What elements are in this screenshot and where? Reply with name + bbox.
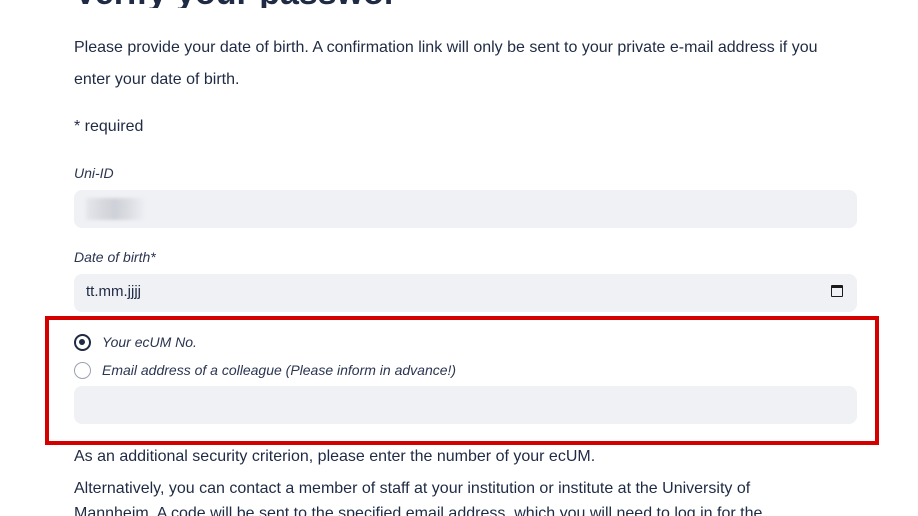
radio-selected-icon[interactable]	[74, 333, 91, 351]
uni-id-field[interactable]	[74, 190, 857, 228]
uni-id-label: Uni-ID	[74, 165, 114, 181]
page-title: Verify your passwor	[74, 0, 474, 8]
alternative-note-continued: Mannheim. A code will be sent to the spe…	[74, 506, 794, 516]
date-of-birth-label: Date of birth*	[74, 249, 156, 265]
date-of-birth-placeholder: tt.mm.jjjj	[86, 283, 141, 300]
radio-ecum-label: Your ecUM No.	[102, 334, 197, 350]
date-of-birth-field[interactable]: tt.mm.jjjj	[74, 274, 857, 312]
security-note: As an additional security criterion, ple…	[74, 448, 596, 465]
radio-colleague-email[interactable]: Email address of a colleague (Please inf…	[74, 360, 456, 380]
required-note: * required	[74, 118, 144, 135]
alternative-note-continued-text: Mannheim. A code will be sent to the spe…	[74, 506, 763, 516]
alternative-note: Alternatively, you can contact a member …	[74, 480, 751, 497]
verification-input[interactable]	[74, 386, 857, 424]
radio-unselected-icon[interactable]	[74, 361, 91, 379]
calendar-icon[interactable]	[831, 285, 843, 297]
radio-colleague-label: Email address of a colleague (Please inf…	[102, 362, 457, 378]
intro-text: Please provide your date of birth. A con…	[74, 39, 818, 88]
radio-ecum-number[interactable]: Your ecUM No.	[74, 332, 197, 352]
uni-id-masked-value	[86, 198, 144, 220]
